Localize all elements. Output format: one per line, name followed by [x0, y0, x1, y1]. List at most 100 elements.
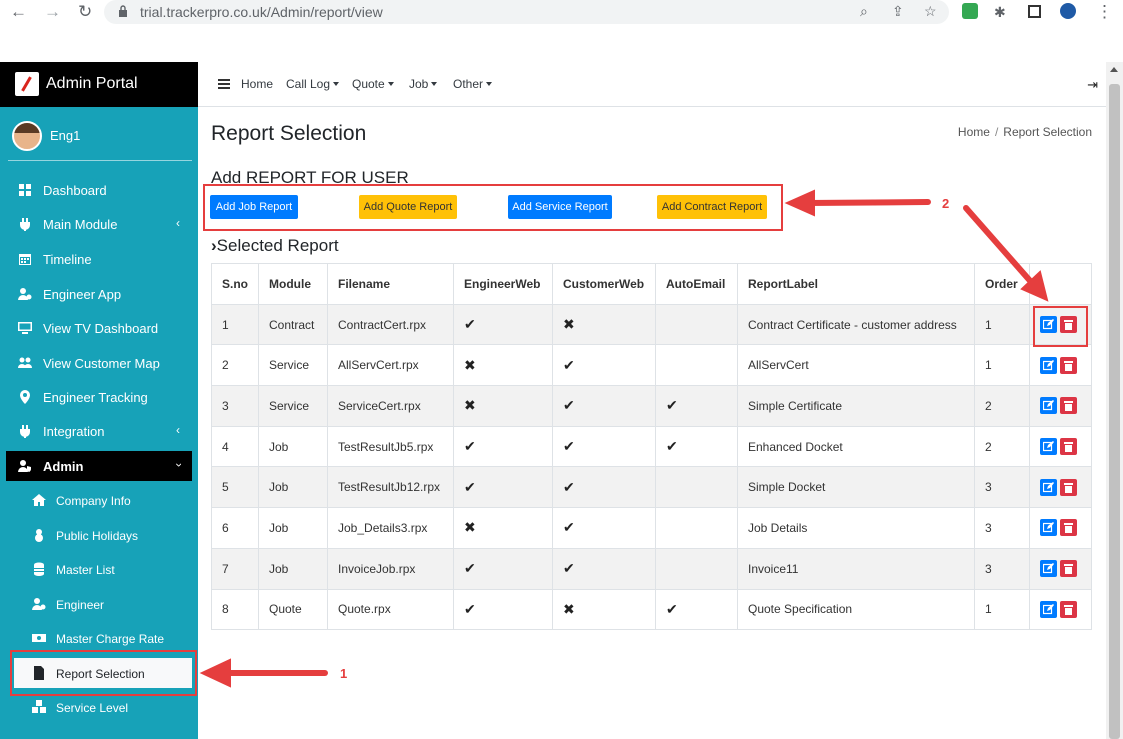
- forward-icon[interactable]: →: [44, 2, 61, 22]
- cell-customer-web: ✔: [552, 425, 656, 468]
- address-bar[interactable]: trial.trackerpro.co.uk/Admin/report/view…: [104, 0, 949, 24]
- sidebar-item-integration[interactable]: Integration ‹: [6, 416, 192, 446]
- cell-auto-email: [655, 466, 738, 509]
- nav-quote[interactable]: Quote: [352, 77, 394, 91]
- delete-icon[interactable]: [1060, 438, 1077, 456]
- sidebar-subitem-company-info[interactable]: Company Info: [14, 485, 192, 515]
- share-icon[interactable]: ⇪: [892, 3, 904, 20]
- sidebar-item-main-module[interactable]: Main Module ‹: [6, 209, 192, 239]
- sidebar-subitem-master-list[interactable]: Master List: [14, 554, 192, 584]
- logout-icon[interactable]: ⇥: [1087, 77, 1098, 93]
- cell-actions: [1029, 344, 1092, 387]
- database-icon: [34, 562, 44, 576]
- sidebar-subitem-label: Master Charge Rate: [56, 632, 165, 646]
- sidebar: Eng1 Dashboard Main Module ‹ Timeline En…: [0, 107, 198, 739]
- table-row: 3 Service ServiceCert.rpx ✖ ✔ ✔ Simple Certifi…: [211, 385, 1092, 427]
- edit-icon[interactable]: [1040, 356, 1057, 374]
- star-icon[interactable]: ☆: [924, 3, 937, 20]
- edit-icon[interactable]: [1040, 560, 1057, 578]
- edit-icon[interactable]: [1040, 438, 1057, 456]
- cell-engineer-web: ✔: [453, 425, 553, 468]
- delete-icon[interactable]: [1060, 397, 1077, 415]
- sidebar-item-engineer-app[interactable]: Engineer App: [6, 279, 192, 309]
- cell-filename: AllServCert.rpx: [327, 344, 454, 387]
- nav-other[interactable]: Other: [453, 77, 493, 91]
- sidebar-item-tv-dashboard[interactable]: View TV Dashboard: [6, 313, 192, 343]
- edit-icon[interactable]: [1040, 478, 1057, 496]
- brand[interactable]: Admin Portal: [0, 62, 198, 107]
- cell-sno: 3: [211, 385, 259, 427]
- sidebar-subitem-label: Master List: [56, 563, 115, 577]
- col-engineerweb: EngineerWeb: [453, 263, 553, 305]
- delete-icon[interactable]: [1060, 478, 1077, 496]
- cell-filename: TestResultJb12.rpx: [327, 466, 454, 509]
- back-icon[interactable]: ←: [10, 2, 27, 22]
- users-icon: [18, 357, 32, 368]
- cell-actions: [1029, 507, 1092, 549]
- extensions-icon[interactable]: ✱: [994, 2, 1006, 22]
- caret-down-icon: [387, 82, 394, 86]
- edit-icon[interactable]: [1040, 397, 1057, 415]
- lock-icon: [119, 5, 127, 17]
- menu-icon[interactable]: ⋮: [1096, 2, 1113, 22]
- profile-icon[interactable]: [1060, 3, 1076, 19]
- nav-job[interactable]: Job: [409, 77, 438, 91]
- delete-icon[interactable]: [1060, 519, 1077, 537]
- cell-actions: [1029, 466, 1092, 509]
- delete-icon[interactable]: [1060, 356, 1077, 374]
- extension-icon[interactable]: [962, 3, 978, 19]
- edit-icon[interactable]: [1040, 600, 1057, 618]
- map-marker-icon: [20, 390, 30, 404]
- cell-actions: [1029, 588, 1092, 631]
- delete-icon[interactable]: [1060, 560, 1077, 578]
- scroll-thumb[interactable]: [1109, 84, 1120, 739]
- cell-module: Service: [258, 385, 328, 427]
- edit-icon[interactable]: [1040, 519, 1057, 537]
- cell-customer-web: ✔: [552, 385, 656, 427]
- table-row: 6 Job Job_Details3.rpx ✖ ✔ Job Details 3: [211, 507, 1092, 549]
- sidebar-subitem-service-level[interactable]: Service Level: [14, 692, 192, 722]
- breadcrumb-home[interactable]: Home: [958, 125, 990, 139]
- cell-auto-email: [655, 547, 738, 590]
- col-autoemail: AutoEmail: [655, 263, 738, 305]
- cell-customer-web: ✔: [552, 466, 656, 509]
- user-gear-icon: [18, 288, 32, 300]
- sidebar-item-label: Main Module: [43, 217, 118, 232]
- nav-call-log[interactable]: Call Log: [286, 77, 340, 91]
- zoom-icon[interactable]: ⌕: [860, 3, 868, 20]
- cell-customer-web: ✖: [552, 588, 656, 631]
- user-panel[interactable]: Eng1: [0, 107, 198, 161]
- cell-order: 1: [974, 344, 1030, 387]
- sidebar-item-admin[interactable]: Admin ‹: [6, 451, 192, 481]
- sidebar-item-customer-map[interactable]: View Customer Map: [6, 348, 192, 378]
- sidepanel-icon[interactable]: [1028, 5, 1041, 18]
- scroll-up-icon[interactable]: [1110, 67, 1118, 72]
- cell-label: AllServCert: [737, 344, 975, 387]
- cell-customer-web: ✔: [552, 344, 656, 387]
- breadcrumb-current: Report Selection: [1003, 125, 1092, 139]
- cell-engineer-web: ✖: [453, 385, 553, 427]
- sidebar-item-timeline[interactable]: Timeline: [6, 244, 192, 274]
- reload-icon[interactable]: ↻: [78, 2, 92, 22]
- nav-job-label: Job: [409, 77, 429, 91]
- cell-engineer-web: ✔: [453, 466, 553, 509]
- avatar: [12, 121, 42, 151]
- page-title: Report Selection: [211, 122, 367, 145]
- brand-title: Admin Portal: [46, 75, 138, 92]
- sidebar-subitem-public-holidays[interactable]: Public Holidays: [14, 520, 192, 550]
- sidebar-subitem-engineer[interactable]: Engineer: [14, 589, 192, 619]
- arrow-head-icon: [199, 658, 231, 688]
- plug-icon: [20, 218, 30, 231]
- col-actions: [1029, 263, 1092, 305]
- sidebar-item-dashboard[interactable]: Dashboard: [6, 175, 192, 205]
- sidebar-item-engineer-tracking[interactable]: Engineer Tracking: [6, 382, 192, 412]
- sidebar-subitem-master-charge-rate[interactable]: Master Charge Rate: [14, 623, 192, 653]
- scrollbar[interactable]: [1106, 62, 1123, 739]
- hamburger-icon[interactable]: [218, 79, 230, 89]
- annotation-box-report-selection: [10, 650, 197, 696]
- nav-home[interactable]: Home: [241, 77, 273, 91]
- delete-icon[interactable]: [1060, 600, 1077, 618]
- cell-auto-email: [655, 507, 738, 549]
- table-row: 4 Job TestResultJb5.rpx ✔ ✔ ✔ Enhanced Docket 2: [211, 425, 1092, 468]
- top-navbar: Home Call Log Quote Job Other ⇥: [198, 62, 1106, 107]
